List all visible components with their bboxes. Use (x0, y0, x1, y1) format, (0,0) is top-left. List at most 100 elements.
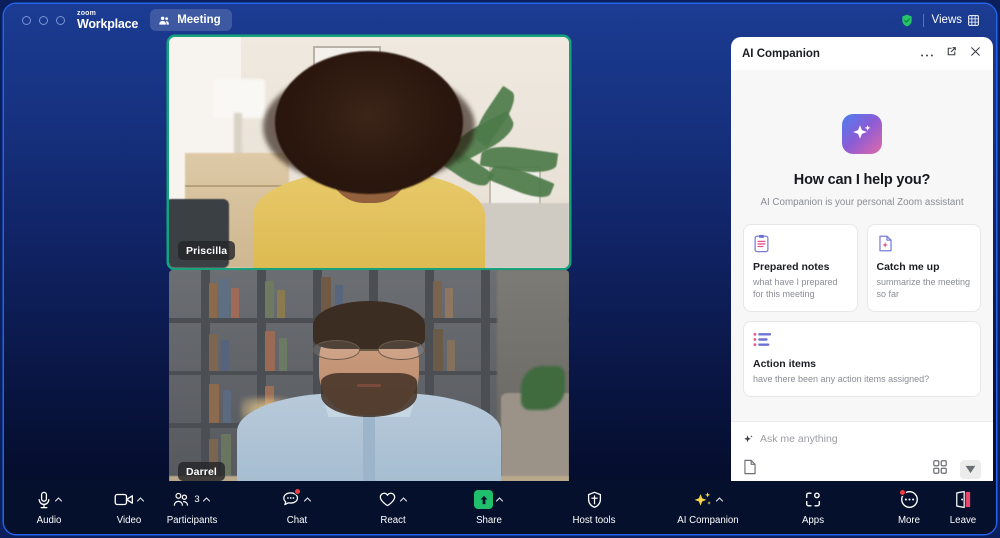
window-controls[interactable] (22, 15, 65, 25)
toolbar-label-chat: Chat (286, 515, 308, 526)
toolbar-label-video: Video (116, 515, 142, 526)
toolbar-center-group: 3 Participants Chat React Share Host too… (156, 488, 936, 526)
tab-meeting-label: Meeting (177, 14, 221, 26)
zoom-app-window: zoom Workplace Meeting Views Priscilla D… (4, 4, 996, 534)
brand-zoom-text: zoom (77, 9, 97, 17)
ask-me-anything-placeholder: Ask me anything (760, 433, 838, 445)
video-feed-priscilla (169, 37, 569, 268)
tab-meeting[interactable]: Meeting (150, 9, 232, 31)
suggestion-card-description: summarize the meeting so far (876, 277, 971, 299)
toolbar-left-group: Audio Video (4, 489, 156, 526)
zoom-workplace-logo: zoom Workplace (77, 10, 138, 31)
microphone-icon (38, 491, 49, 508)
toolbar-button-host-tools[interactable]: Host tools (558, 489, 630, 526)
participants-count: 3 (194, 494, 200, 505)
views-label: Views (931, 14, 962, 26)
ellipsis-icon[interactable] (920, 45, 934, 63)
toolbar-button-apps[interactable]: Apps (786, 489, 840, 526)
chevron-up-icon[interactable] (54, 495, 63, 504)
chevron-up-icon[interactable] (495, 495, 504, 504)
document-icon[interactable] (743, 459, 757, 480)
toolbar-label-leave: Leave (949, 515, 977, 526)
chevron-up-icon[interactable] (202, 495, 211, 504)
ai-companion-sparkle-icon (694, 491, 711, 506)
chevron-up-icon[interactable] (399, 495, 408, 504)
title-bar: zoom Workplace Meeting Views (4, 4, 996, 36)
ai-companion-body: How can I help you? AI Companion is your… (731, 70, 993, 421)
send-icon[interactable] (960, 460, 981, 479)
meeting-toolbar: Audio Video 3 Participants Chat React Sh… (4, 481, 996, 534)
toolbar-label-ai-companion: AI Companion (677, 515, 739, 526)
video-tile-priscilla[interactable]: Priscilla (169, 37, 569, 268)
apps-grid-icon[interactable] (933, 460, 947, 479)
suggestion-card-action-items[interactable]: Action items have there been any action … (743, 320, 981, 397)
video-feed-darrel (169, 270, 569, 489)
maximize-window-button[interactable] (56, 15, 65, 25)
chat-notification-badge (294, 488, 301, 495)
suggestion-card-title: Prepared notes (753, 261, 830, 273)
toolbar-label-apps: Apps (801, 515, 825, 526)
document-sparkle-icon (877, 234, 972, 254)
shield-icon (587, 491, 601, 508)
brand-workplace-text: Workplace (77, 16, 139, 31)
toolbar-button-chat[interactable]: Chat (270, 488, 324, 526)
toolbar-button-react[interactable]: React (366, 489, 420, 526)
suggestion-card-description: have there been any action items assigne… (753, 373, 930, 384)
toolbar-button-audio[interactable]: Audio (22, 489, 76, 526)
video-tile-darrel[interactable]: Darrel (169, 270, 569, 489)
suggestion-card-title: Catch me up (876, 261, 940, 273)
more-notification-badge (898, 489, 906, 496)
sparkle-icon (744, 434, 753, 442)
suggestion-card-title: Action items (753, 357, 817, 370)
toolbar-label-audio: Audio (36, 515, 62, 526)
action-list-icon (753, 331, 971, 351)
clipboard-notes-icon (753, 234, 848, 254)
participant-name-badge: Darrel (178, 462, 225, 481)
suggestion-card-catch-me-up[interactable]: Catch me up summarize the meeting so far (866, 224, 981, 312)
chevron-up-icon[interactable] (136, 495, 145, 504)
toolbar-label-react: React (380, 515, 406, 526)
ai-companion-composer: Ask me anything (731, 421, 993, 489)
minimize-window-button[interactable] (39, 15, 48, 25)
ai-companion-hero-subtitle: AI Companion is your personal Zoom assis… (760, 197, 964, 208)
toolbar-right-group: Leave (936, 489, 996, 526)
ai-companion-hero-title: How can I help you? (793, 172, 931, 188)
ai-suggestion-cards-row-2: Action items have there been any action … (743, 320, 981, 397)
share-screen-icon (474, 490, 493, 509)
ai-companion-header: AI Companion (731, 37, 993, 70)
ai-companion-title: AI Companion (742, 47, 820, 60)
close-icon[interactable] (969, 45, 982, 63)
heart-icon (379, 492, 396, 507)
leave-door-icon (955, 490, 970, 509)
chevron-up-icon[interactable] (303, 495, 312, 504)
grid-view-icon (968, 14, 979, 26)
people-icon (159, 16, 170, 25)
apps-icon (806, 492, 820, 507)
green-shield-icon[interactable] (900, 12, 915, 28)
toolbar-label-more: More (897, 515, 921, 526)
toolbar-button-share[interactable]: Share (462, 489, 516, 526)
open-in-new-window-icon[interactable] (945, 45, 958, 63)
participants-icon (174, 492, 189, 506)
toolbar-label-host-tools: Host tools (572, 515, 616, 526)
suggestion-card-prepared-notes[interactable]: Prepared notes what have I prepared for … (743, 224, 858, 312)
ai-companion-panel: AI Companion How can I help you? AI Comp… (731, 37, 993, 489)
title-bar-right-controls: Views (900, 12, 986, 28)
ai-suggestion-cards-row: Prepared notes what have I prepared for … (743, 224, 981, 312)
participant-name-badge: Priscilla (178, 241, 236, 260)
video-gallery: Priscilla Darrel (169, 37, 569, 489)
video-camera-icon (114, 493, 133, 506)
toolbar-label-participants: Participants (166, 515, 218, 526)
toolbar-button-more[interactable]: More (882, 489, 936, 526)
views-button[interactable]: Views (932, 14, 980, 27)
divider (922, 13, 924, 27)
close-window-button[interactable] (22, 15, 31, 25)
chevron-up-icon[interactable] (715, 495, 724, 504)
toolbar-button-participants[interactable]: 3 Participants (156, 489, 228, 526)
composer-toolbar (743, 459, 981, 480)
toolbar-button-video[interactable]: Video (102, 489, 156, 526)
ask-me-anything-input[interactable]: Ask me anything (743, 433, 981, 445)
ai-companion-hero: How can I help you? AI Companion is your… (743, 70, 981, 208)
toolbar-button-ai-companion[interactable]: AI Companion (672, 489, 744, 526)
toolbar-button-leave[interactable]: Leave (936, 489, 990, 526)
